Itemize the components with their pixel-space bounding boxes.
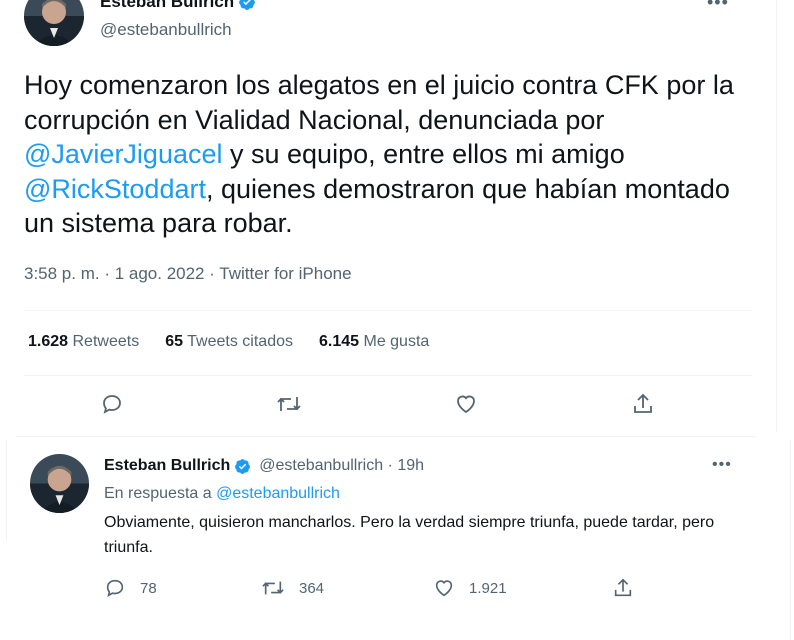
column-border [776,0,777,432]
share-icon [614,578,632,597]
tweet-text-part: Hoy comenzaron los alegatos en el juicio… [24,70,734,135]
mention-link[interactable]: @estebanbullrich [216,485,340,502]
verified-badge-icon [239,0,256,10]
tweet-text-part: y su equipo, entre ellos mi amigo [222,139,625,169]
reply-tweet[interactable]: Esteban Bullrich @estebanbullrich · 19h … [0,440,794,640]
divider [16,436,756,437]
mention-link[interactable]: @RickStoddart [24,174,206,204]
reply-button[interactable] [98,390,126,418]
share-button[interactable] [612,577,634,599]
reply-icon [103,395,121,414]
like-icon [435,580,453,597]
tweet-text: Hoy comenzaron los alegatos en el juicio… [24,68,744,241]
reply-button[interactable]: 78 [104,577,157,599]
tweet-timestamp[interactable]: 3:58 p. m. · 1 ago. 2022 · Twitter for i… [24,264,352,284]
tweet-stats: 1.628 Retweets 65 Tweets citados 6.145 M… [28,333,429,351]
reply-context: En respuesta a @estebanbullrich [104,485,340,502]
quotes-stat[interactable]: 65 Tweets citados [165,333,293,351]
tweet-text: Obviamente, quisieron mancharlos. Pero l… [104,514,715,556]
retweet-icon [262,581,284,595]
divider [24,375,752,376]
retweet-count: 364 [299,579,325,597]
share-icon [634,393,652,413]
author-handle[interactable]: @estebanbullrich [100,20,232,40]
author-name[interactable]: Esteban Bullrich [104,457,230,475]
avatar[interactable] [24,0,84,46]
retweet-icon [277,397,301,411]
more-icon[interactable]: ••• [707,0,729,13]
avatar[interactable] [30,454,89,513]
reply-icon [106,579,124,597]
more-icon[interactable]: ••• [712,456,732,474]
like-button[interactable]: 1.921 [433,577,507,599]
likes-stat[interactable]: 6.145 Me gusta [319,333,429,351]
divider [24,310,752,311]
share-button[interactable] [629,390,657,418]
reply-header: Esteban Bullrich @estebanbullrich · 19h [104,457,424,475]
author-handle-time[interactable]: @estebanbullrich · 19h [259,457,424,475]
like-icon [457,395,475,414]
retweet-button[interactable] [275,390,303,418]
like-count: 1.921 [469,579,507,597]
verified-badge-icon [235,458,251,474]
retweets-stat[interactable]: 1.628 Retweets [28,333,139,351]
like-button[interactable] [452,390,480,418]
author-name[interactable]: Esteban Bullrich [100,0,256,12]
mention-link[interactable]: @JavierJiguacel [24,139,223,169]
main-tweet: Esteban Bullrich @estebanbullrich ••• Ho… [0,0,776,438]
retweet-button[interactable]: 364 [261,577,324,599]
reply-count: 78 [140,579,157,597]
